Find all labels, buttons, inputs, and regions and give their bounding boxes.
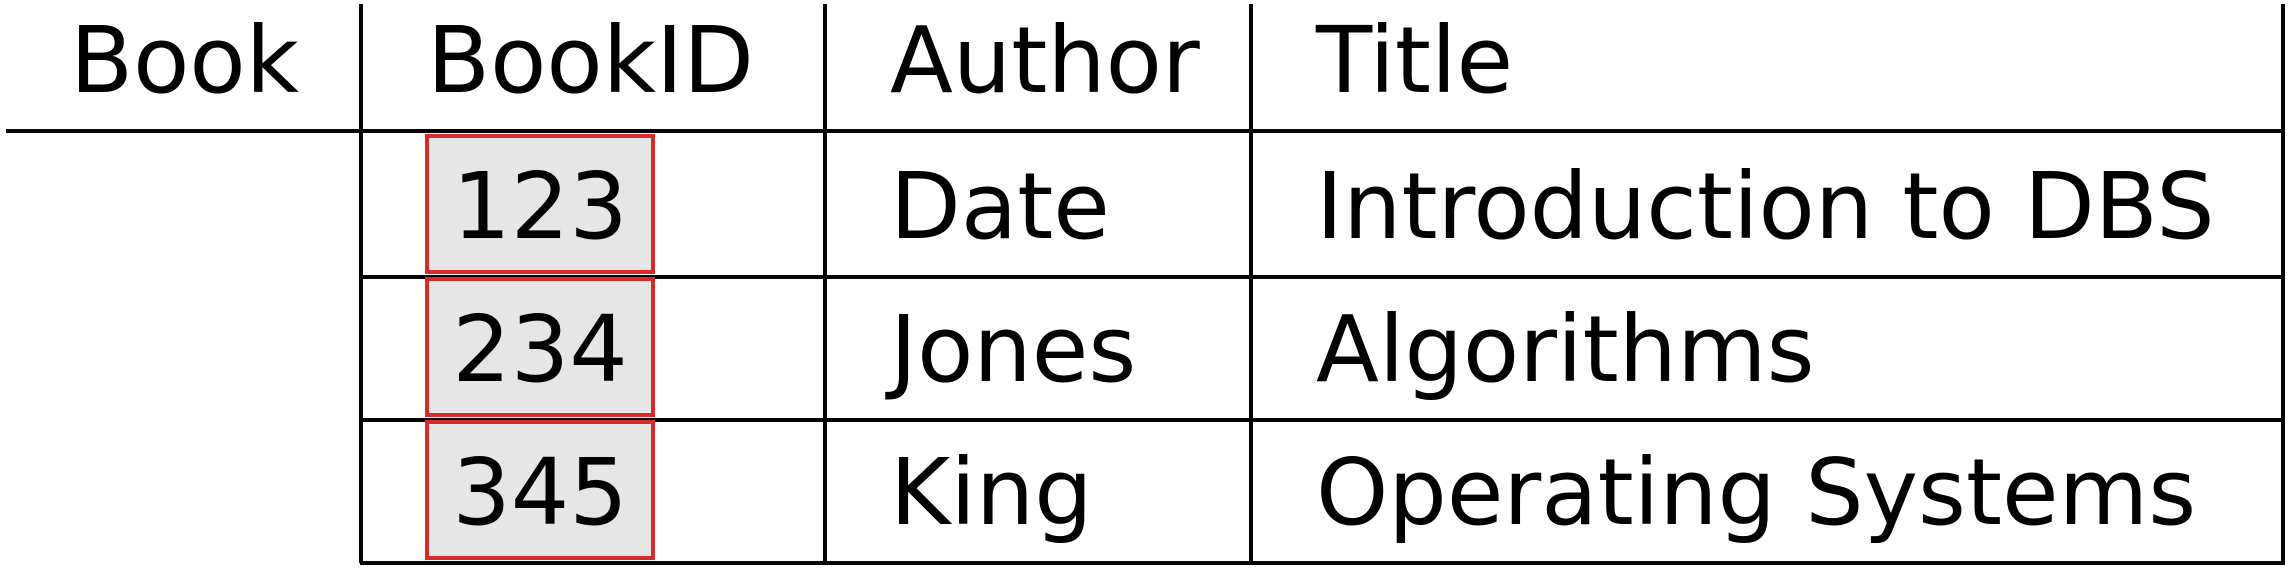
cell-bookid: 234 — [452, 296, 628, 403]
cell-author: King — [890, 439, 1093, 546]
relation-table-drawing: Book BookID Author Title 123 Date Introd… — [6, 4, 2285, 565]
cell-bookid: 345 — [452, 439, 628, 546]
cell-title: Operating Systems — [1316, 439, 2196, 546]
cell-title: Introduction to DBS — [1316, 153, 2215, 260]
table-row: 345 King Operating Systems — [452, 439, 2196, 546]
column-header-title: Title — [1315, 7, 1513, 114]
cell-title: Algorithms — [1316, 296, 1815, 403]
relation-name: Book — [70, 7, 300, 114]
column-header-author: Author — [890, 7, 1200, 114]
cell-author: Jones — [885, 296, 1136, 403]
table-header: Book BookID Author Title — [70, 7, 1513, 114]
column-header-bookid: BookID — [427, 7, 754, 114]
cell-author: Date — [890, 153, 1110, 260]
cell-bookid: 123 — [452, 153, 628, 260]
table-row: 234 Jones Algorithms — [452, 296, 1814, 403]
relation-table: Book BookID Author Title 123 Date Introd… — [0, 0, 2293, 575]
table-row: 123 Date Introduction to DBS — [452, 153, 2215, 260]
